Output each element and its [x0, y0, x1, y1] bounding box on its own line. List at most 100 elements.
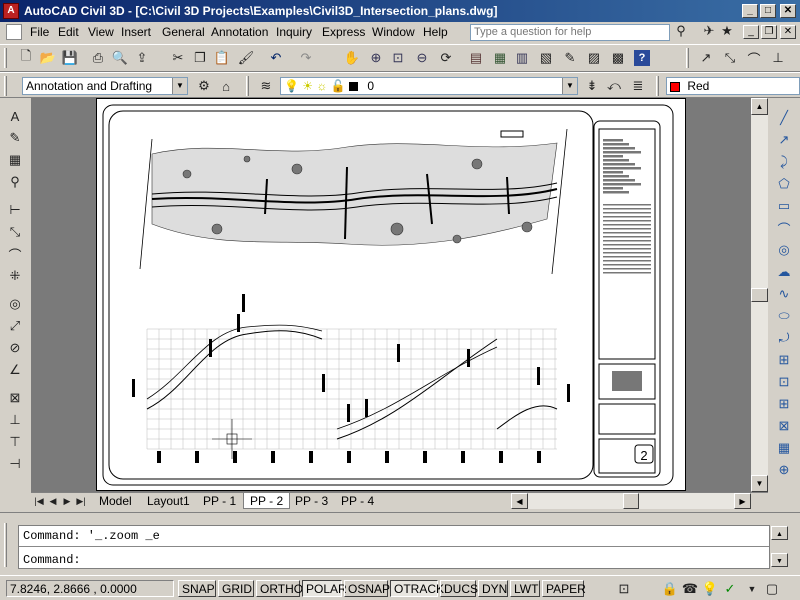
status-toggle-paper[interactable]: PAPER [542, 580, 586, 597]
properties-icon[interactable]: ▤ [466, 48, 486, 68]
design-center-icon[interactable]: ▦ [490, 48, 510, 68]
tab-model[interactable]: Model [93, 493, 138, 509]
menu-annotation[interactable]: Annotation [211, 25, 268, 39]
pan-icon[interactable]: ✋ [342, 48, 362, 68]
dimension-arc-icon[interactable]: ⌒ [744, 48, 764, 68]
autocad-app-icon[interactable]: A [3, 3, 19, 19]
dimension-aligned-icon[interactable]: ⤡ [720, 48, 740, 68]
doc-close-button[interactable]: ✕ [780, 25, 796, 39]
status-toggle-dyn[interactable]: DYN [478, 580, 508, 597]
communication-icon[interactable]: ☎ [680, 579, 700, 599]
tab-layout1[interactable]: Layout1 [141, 493, 196, 509]
redo-icon[interactable]: ↷ [296, 48, 316, 68]
trusted-icon[interactable]: ✓ [720, 579, 740, 599]
line-icon[interactable]: ╱ [774, 108, 794, 128]
hscroll-thumb[interactable] [623, 493, 639, 509]
help-icon[interactable]: ? [634, 50, 650, 66]
menu-file[interactable]: File [30, 25, 49, 39]
vertical-scrollbar[interactable]: ▲ ▼ [751, 98, 768, 492]
color-dropdown[interactable]: Red [666, 77, 800, 95]
next-tab-icon[interactable]: ▶ [61, 491, 73, 511]
dim-jogged-icon[interactable]: ⤢ [5, 316, 25, 336]
scroll-down-button[interactable]: ▼ [751, 475, 768, 492]
menu-window[interactable]: Window [372, 25, 415, 39]
plot-icon[interactable]: ⎙ [88, 48, 108, 68]
dimension-ordinate-icon[interactable]: ⊥ [768, 48, 788, 68]
chevron-down-icon[interactable]: ▼ [172, 78, 187, 94]
layer-properties-icon[interactable]: ≋ [256, 76, 276, 96]
command-prompt[interactable]: Command: [23, 553, 81, 567]
cmd-scroll-up-button[interactable]: ▲ [771, 526, 788, 540]
layer-states-icon[interactable]: ≣ [628, 76, 648, 96]
polygon-icon[interactable]: ⬠ [774, 174, 794, 194]
continue-icon[interactable]: ⊤ [5, 432, 25, 452]
point-icon[interactable]: ⊞ [774, 394, 794, 414]
minimize-button[interactable]: _ [742, 4, 758, 18]
sheet-set-icon[interactable]: ▧ [536, 48, 556, 68]
menu-general[interactable]: General [162, 25, 205, 39]
new-icon[interactable]: 🗋 [16, 48, 36, 68]
close-button[interactable]: ✕ [780, 4, 796, 18]
toolbar-grip[interactable] [246, 76, 249, 96]
menu-inquiry[interactable]: Inquiry [276, 25, 312, 39]
cmd-scroll-down-button[interactable]: ▼ [771, 553, 788, 567]
toolbar-grip[interactable] [4, 76, 7, 96]
publish-icon[interactable]: ⇪ [132, 48, 152, 68]
coordinate-display[interactable]: 7.8246, 2.8666 , 0.0000 [6, 580, 174, 597]
zoom-previous-icon[interactable]: ⊖ [412, 48, 432, 68]
my-workspace-icon[interactable]: ⌂ [216, 76, 236, 96]
favorites-icon[interactable]: ★ [718, 22, 736, 40]
copy-icon[interactable]: ❐ [190, 48, 210, 68]
menu-edit[interactable]: Edit [58, 25, 79, 39]
horizontal-scrollbar[interactable]: ◀ ▶ [511, 493, 751, 509]
orbit-icon[interactable]: ⟳ [436, 48, 456, 68]
search-icon[interactable]: ⚲ [672, 22, 690, 40]
maximize-button[interactable]: □ [760, 4, 776, 18]
help-search-input[interactable]: Type a question for help [470, 24, 670, 41]
calculator-icon[interactable]: ▩ [608, 48, 628, 68]
status-toggle-snap[interactable]: SNAP [178, 580, 216, 597]
workspace-settings-icon[interactable]: ⚙ [194, 76, 214, 96]
scroll-up-button[interactable]: ▲ [751, 98, 768, 115]
command-window-grip[interactable] [4, 523, 7, 567]
paper-sheet[interactable]: 2 [96, 98, 686, 491]
last-tab-icon[interactable]: ▶| [75, 491, 87, 511]
cut-icon[interactable]: ✂ [168, 48, 188, 68]
circle-icon[interactable]: ◎ [774, 240, 794, 260]
table-icon[interactable]: ▦ [5, 150, 25, 170]
arc-icon[interactable]: ⌒ [774, 218, 794, 238]
polyline-icon[interactable]: ⤸ [774, 152, 794, 172]
status-toggle-lwt[interactable]: LWT [510, 580, 540, 597]
tab-pp-3[interactable]: PP - 3 [289, 493, 334, 509]
lightbulb-icon[interactable]: 💡 [700, 579, 720, 599]
menu-express[interactable]: Express [322, 25, 365, 39]
status-toggle-polar[interactable]: POLAR [302, 580, 347, 597]
scroll-thumb[interactable] [751, 288, 768, 302]
multiline-text-icon[interactable]: A [5, 106, 25, 126]
markup-icon[interactable]: ✎ [560, 48, 580, 68]
workspace-dropdown[interactable]: Annotation and Drafting ▼ [22, 77, 188, 95]
menu-insert[interactable]: Insert [121, 25, 151, 39]
status-toggle-osnap[interactable]: OSNAP [344, 580, 390, 597]
plot-preview-icon[interactable]: 🔍 [110, 48, 130, 68]
toolbar-grip[interactable] [656, 76, 659, 96]
edit-text-icon[interactable]: ✎ [5, 128, 25, 148]
ellipse-icon[interactable]: ⬭ [774, 306, 794, 326]
dim-radius-icon[interactable]: ◎ [5, 294, 25, 314]
scroll-left-button[interactable]: ◀ [511, 493, 528, 509]
toolbar-grip[interactable] [4, 48, 7, 68]
dim-diameter-icon[interactable]: ⊘ [5, 338, 25, 358]
dimension-linear-icon[interactable]: ↗ [696, 48, 716, 68]
chevron-down-icon[interactable]: ▼ [562, 78, 577, 94]
menu-view[interactable]: View [88, 25, 114, 39]
spline-icon[interactable]: ∿ [774, 284, 794, 304]
status-toggle-ortho[interactable]: ORTHO [256, 580, 303, 597]
baseline-icon[interactable]: ⊥ [5, 410, 25, 430]
doc-restore-button[interactable]: ❐ [761, 25, 777, 39]
save-icon[interactable]: 💾 [60, 48, 80, 68]
status-toggle-otrack[interactable]: OTRACK [390, 580, 444, 597]
status-menu-icon[interactable]: ▼ [742, 579, 762, 599]
hatch-icon[interactable]: ⊠ [774, 416, 794, 436]
tab-pp-1[interactable]: PP - 1 [197, 493, 242, 509]
drawing-area[interactable]: 2 [31, 98, 751, 492]
